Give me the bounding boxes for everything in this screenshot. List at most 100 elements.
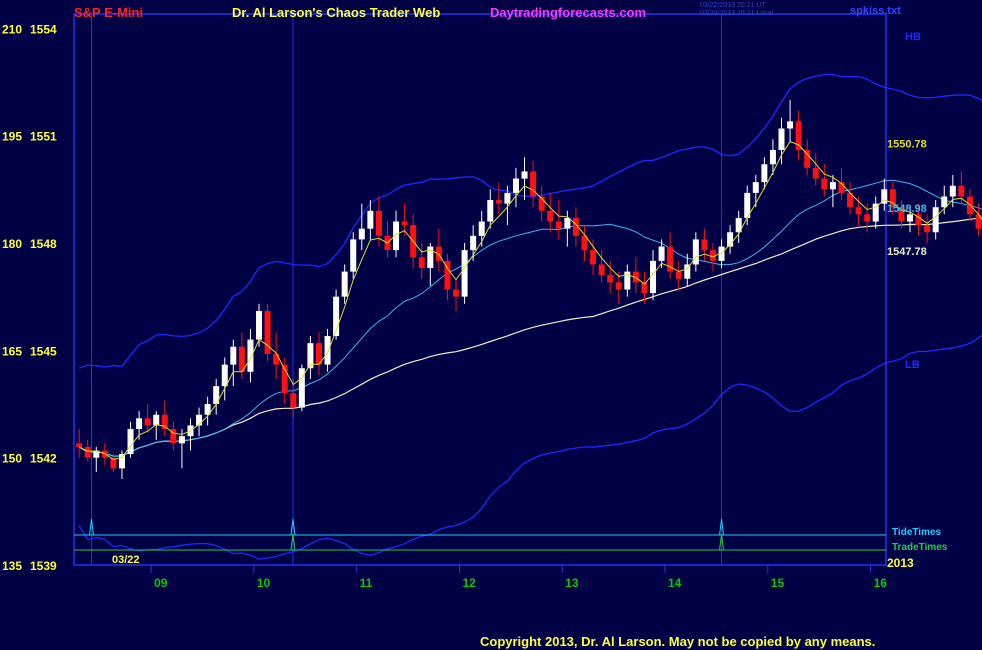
candle-body [324,336,331,365]
candle-body [521,171,528,179]
timestamp-ut: 03/22/2013 20:21 UT [700,2,766,9]
symbol-label: S&P E-Mini [74,5,144,20]
candle-body [564,217,571,229]
candle-body [555,221,562,229]
y-tick-osc: 135 [2,559,22,573]
candle-body [804,149,811,168]
y-tick-price: 1542 [30,452,57,466]
candle-body [761,164,768,183]
candle-body [958,185,965,197]
y-tick-osc: 210 [2,22,22,36]
date-label: 03/22 [112,554,140,566]
candle-body [769,149,776,165]
chart-svg: 135 1539 150 1542 165 1545 180 1548 195 1551 210 15… [2,13,982,590]
timestamp-local: 03/22/2013 15:21 Local [700,10,774,17]
copyright: Copyright 2013, Dr. Al Larson. May not b… [480,634,876,649]
y-tick-osc: 180 [2,237,22,251]
candle-body [906,214,913,222]
candle-body [230,346,237,365]
level-label-yellow: 1550.78 [887,139,927,151]
timing-label-0: TideTimes [892,527,942,538]
year-label: 2013 [887,556,914,570]
candle-body [512,178,519,193]
candle-body [821,178,828,190]
y-tick-price: 1554 [30,22,57,36]
y-tick-osc: 195 [2,130,22,144]
candle-body [178,436,185,444]
candle-body [924,225,931,233]
x-tick-label: 11 [360,576,373,590]
candle-body [675,271,682,279]
lower-band-label: LB [905,359,920,371]
candle-body [418,257,425,269]
candle-body [692,239,699,265]
candle-body [221,364,228,387]
candle-body [495,200,502,204]
candle-body [855,207,862,215]
candle-body [461,250,468,297]
candle-body [752,182,759,193]
candle-body [658,246,665,261]
candle-body [247,339,254,372]
upper-band-line [78,73,982,369]
x-tick-label: 14 [668,576,682,590]
candle-body [341,271,348,297]
candle-body [127,429,134,455]
chart-window: 135 1539 150 1542 165 1545 180 1548 195 1551 210 15… [0,0,982,650]
y-tick-price: 1551 [30,130,57,144]
y-tick-price: 1545 [30,344,57,358]
y-tick-osc: 165 [2,344,22,358]
candle-body [273,353,280,365]
level-label-cyan: 1548.98 [887,203,927,215]
candle-body [795,121,802,150]
white-moving-average [78,217,982,457]
timing-label-1: TradeTimes [892,542,948,553]
candle-body [598,264,605,276]
lower-band-line [78,334,982,560]
candle-body [872,203,879,222]
candle-body [590,250,597,265]
candle-body [504,192,511,204]
candle-body [84,446,91,458]
candle-body [615,282,622,290]
candle-body [76,443,83,447]
candle-body [864,214,871,222]
candle-body [932,207,939,233]
candle-body [453,289,460,297]
candle-body [778,128,785,150]
site-url[interactable]: Daytradingforecasts.com [490,5,646,20]
candle-body [812,167,819,179]
yellow-moving-average [78,140,982,461]
candle-body [829,182,836,190]
level-label-white: 1547.78 [887,246,927,258]
candle-body [153,414,160,426]
candle-body [358,228,365,240]
y-tick-price: 1548 [30,237,57,251]
candle-body [290,393,297,408]
candle-body [393,221,400,251]
upper-band-label: HB [905,31,921,43]
candle-body [375,210,382,236]
candle-body [701,239,708,251]
candle-body [787,121,794,129]
file-name: spkiss.txt [850,5,901,17]
candle-body [256,310,263,340]
candle-body [949,185,956,197]
y-tick-price: 1539 [30,559,57,573]
candle-body [367,210,374,229]
candle-body [547,210,554,222]
candle-body [941,196,948,208]
candle-body [975,214,982,229]
x-tick-label: 15 [771,576,785,590]
x-tick-label: 16 [874,576,888,590]
candle-body [487,200,494,222]
y-tick-osc: 150 [2,452,22,466]
plot-frame [73,13,887,566]
candle-body [607,275,614,283]
candle-body [136,418,143,430]
candle-body [350,239,357,272]
candle-body [118,454,125,469]
site-title: Dr. Al Larson's Chaos Trader Web [232,5,441,20]
x-tick-label: 09 [154,576,168,590]
x-tick-label: 12 [462,576,476,590]
